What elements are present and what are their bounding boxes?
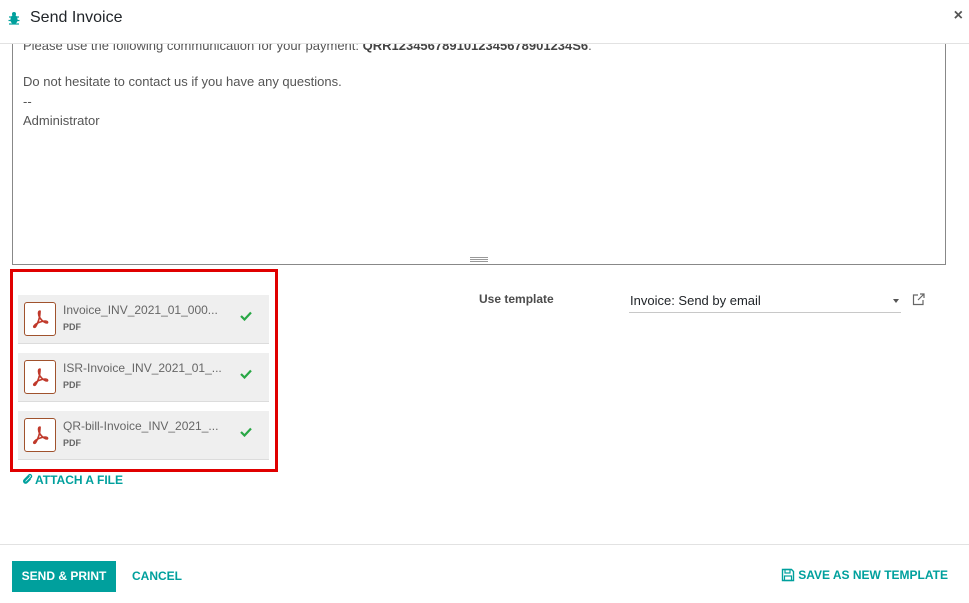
attachment-item[interactable]: Invoice_INV_2021_01_000... PDF: [18, 295, 269, 344]
attachment-type: PDF: [63, 438, 81, 448]
check-icon: [240, 427, 252, 437]
payment-communication-line: Please use the following communication f…: [23, 44, 592, 53]
save-as-template-label: SAVE AS NEW TEMPLATE: [798, 568, 948, 582]
attachment-item[interactable]: ISR-Invoice_INV_2021_01_... PDF: [18, 353, 269, 402]
external-link-icon[interactable]: [912, 293, 925, 306]
cancel-button[interactable]: CANCEL: [132, 569, 182, 583]
attachment-type: PDF: [63, 380, 81, 390]
attach-file-label: ATTACH A FILE: [35, 473, 123, 487]
template-select-value: Invoice: Send by email: [630, 293, 761, 308]
pdf-icon: [24, 360, 56, 394]
bug-icon: [8, 12, 20, 25]
resize-handle[interactable]: [470, 257, 488, 262]
signature-separator: --: [23, 94, 32, 109]
template-select[interactable]: Invoice: Send by email: [629, 291, 901, 313]
floppy-disk-icon: [782, 568, 795, 582]
dialog-title: Send Invoice: [30, 9, 123, 26]
dialog-header: Send Invoice ×: [0, 0, 969, 44]
check-icon: [240, 311, 252, 321]
attachment-type: PDF: [63, 322, 81, 332]
caret-down-icon: [893, 299, 899, 303]
attachment-name: ISR-Invoice_INV_2021_01_...: [63, 361, 222, 375]
attach-file-button[interactable]: ATTACH A FILE: [22, 473, 123, 487]
contact-line: Do not hesitate to contact us if you hav…: [23, 74, 342, 89]
send-print-button[interactable]: SEND & PRINT: [12, 561, 116, 592]
check-icon: [240, 369, 252, 379]
payment-reference: QRR1234567891012345678901234S6: [362, 44, 589, 53]
dialog-footer: SEND & PRINT CANCEL SAVE AS NEW TEMPLATE: [0, 544, 969, 603]
pdf-icon: [24, 418, 56, 452]
attachment-name: QR-bill-Invoice_INV_2021_...: [63, 419, 219, 433]
paperclip-icon: [22, 473, 33, 484]
signature-name: Administrator: [23, 113, 100, 128]
attachment-name: Invoice_INV_2021_01_000...: [63, 303, 218, 317]
email-body-editor[interactable]: Please use the following communication f…: [12, 44, 946, 265]
save-as-template-button[interactable]: SAVE AS NEW TEMPLATE: [781, 568, 948, 582]
attachment-item[interactable]: QR-bill-Invoice_INV_2021_... PDF: [18, 411, 269, 460]
close-icon[interactable]: ×: [954, 7, 963, 25]
pdf-icon: [24, 302, 56, 336]
use-template-label: Use template: [479, 292, 554, 306]
